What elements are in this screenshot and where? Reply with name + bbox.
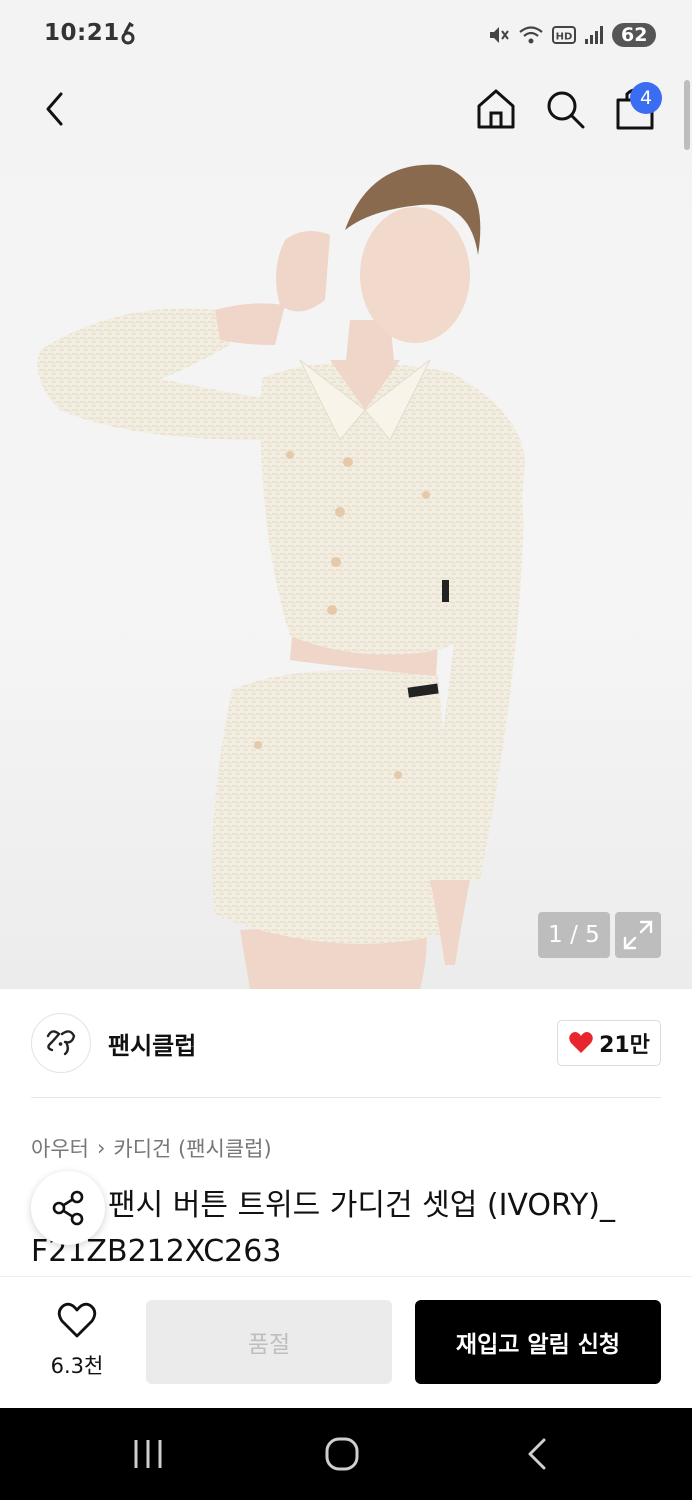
- status-time: 10:21: [44, 20, 120, 46]
- breadcrumb-category[interactable]: 아우터: [31, 1133, 89, 1163]
- product-image[interactable]: [0, 70, 692, 989]
- system-navigation-bar: [0, 1408, 692, 1500]
- recent-apps-icon[interactable]: [130, 1438, 166, 1470]
- product-title: 팬시 버튼 트위드 가디건 셋업 (IVORY)_ F21ZB212XC263: [31, 1183, 671, 1275]
- brand-logo-mark: [46, 1030, 76, 1056]
- soldout-button: 품절: [146, 1300, 392, 1384]
- brand-like-count: 21만: [599, 1033, 650, 1058]
- divider: [31, 1097, 661, 1098]
- mute-icon: [490, 27, 509, 43]
- search-icon[interactable]: [544, 88, 586, 130]
- image-counter: 1 / 5: [538, 912, 610, 958]
- product-title-line1: 팬시 버튼 트위드 가디건 셋업 (IVORY)_: [108, 1188, 615, 1223]
- cart-count-badge: 4: [630, 82, 662, 114]
- product-photo-illustration: [37, 164, 525, 989]
- home-icon[interactable]: [474, 86, 518, 132]
- svg-text:HD: HD: [556, 32, 573, 43]
- heart-filled-icon: [569, 1032, 593, 1053]
- back-icon[interactable]: [36, 88, 76, 130]
- wifi-icon: [519, 26, 543, 44]
- page-scrollbar[interactable]: [684, 80, 690, 150]
- wishlist-count: 6.3천: [50, 1354, 104, 1378]
- share-icon[interactable]: [31, 1171, 105, 1245]
- home-nav-icon[interactable]: [324, 1436, 360, 1472]
- back-nav-icon[interactable]: [522, 1436, 552, 1472]
- battery-level: 62: [612, 23, 657, 47]
- brand-like-button[interactable]: 21만: [557, 1020, 661, 1066]
- breadcrumb-subcategory[interactable]: 카디건 (팬시클럽): [113, 1133, 271, 1163]
- breadcrumb: 아우터 › 카디건 (팬시클럽): [31, 1133, 272, 1163]
- hd-icon: HD: [552, 26, 576, 44]
- notification-icon: [121, 22, 135, 45]
- product-title-line2: F21ZB212XC263: [31, 1234, 282, 1269]
- status-icons: HD 62: [488, 20, 657, 50]
- breadcrumb-separator-icon: ›: [96, 1136, 106, 1160]
- heart-outline-icon: [57, 1302, 97, 1338]
- brand-name[interactable]: 팬시클럽: [108, 1026, 196, 1061]
- signal-icon: [585, 26, 603, 44]
- expand-icon[interactable]: [615, 912, 661, 958]
- restock-alert-button[interactable]: 재입고 알림 신청: [415, 1300, 661, 1384]
- wishlist-button[interactable]: 6.3천: [40, 1302, 114, 1382]
- brand-logo[interactable]: [31, 1013, 91, 1073]
